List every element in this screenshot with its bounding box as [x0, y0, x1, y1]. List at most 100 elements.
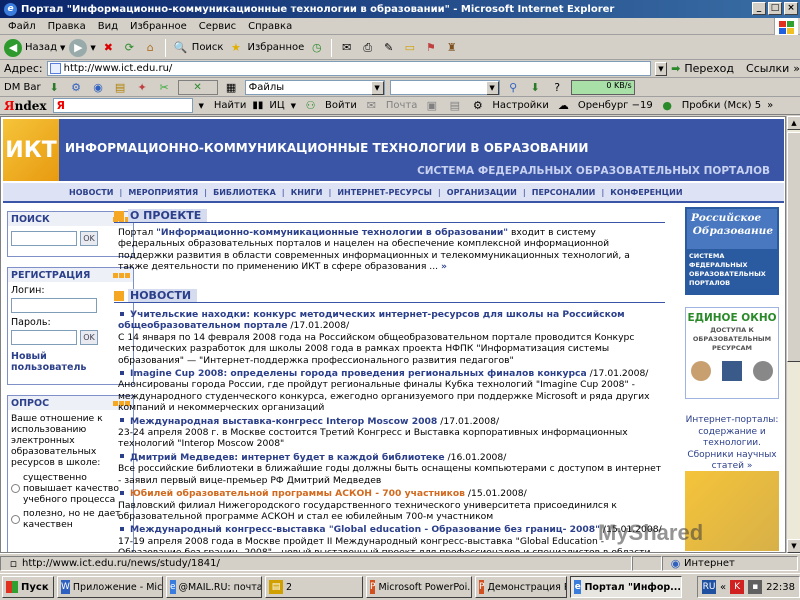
taskbar-item[interactable]: PДемонстрация Pow...	[475, 576, 567, 598]
start-button[interactable]: Пуск	[2, 576, 54, 598]
print-icon[interactable]: ⎙	[359, 39, 376, 56]
taskbar-item[interactable]: P Microsoft PowerPoi...	[366, 576, 472, 598]
tag-icon[interactable]: ✦	[134, 79, 151, 96]
discuss-icon[interactable]: ▭	[401, 39, 418, 56]
help-icon[interactable]: ?	[549, 79, 566, 96]
favorites-button[interactable]: ★ Избранное	[227, 39, 304, 56]
tools-icon[interactable]: ✂	[156, 79, 173, 96]
back-button[interactable]: ◀ Назад ▼	[4, 38, 65, 57]
window-titlebar[interactable]: e Портал "Информационно-коммуникационные…	[0, 0, 800, 18]
address-input[interactable]: http://www.ict.edu.ru/	[46, 61, 651, 76]
links-button[interactable]: Ссылки	[746, 62, 789, 75]
taskbar-item[interactable]: e@MAIL.RU: почта, ...	[166, 576, 262, 598]
about-more-link[interactable]: »	[441, 261, 447, 272]
nav-conferences[interactable]: КОНФЕРЕНЦИИ	[610, 188, 682, 197]
chevron-right-icon[interactable]: »	[767, 100, 773, 111]
menu-help[interactable]: Справка	[242, 21, 298, 32]
poll-radio-2[interactable]	[11, 514, 20, 524]
chevron-down-icon[interactable]: ▼	[291, 102, 296, 110]
poll-radio-1[interactable]	[11, 484, 20, 493]
menu-tools[interactable]: Сервис	[193, 21, 242, 32]
folder-icon[interactable]: ▤	[112, 79, 129, 96]
search-ok-button[interactable]: OK	[80, 231, 98, 246]
chevron-right-icon[interactable]: »	[793, 62, 800, 75]
menu-file[interactable]: Файл	[2, 21, 42, 32]
mail-button[interactable]: Почта	[386, 100, 418, 111]
portals-book-more[interactable]: »	[747, 461, 753, 471]
portals-book-link[interactable]: Интернет-порталы: содержание и технологи…	[685, 415, 779, 475]
vertical-scrollbar[interactable]: ▲ ▼	[786, 116, 800, 553]
forward-button[interactable]: ▶ ▼	[69, 38, 96, 57]
history-icon[interactable]: ◷	[308, 39, 325, 56]
new-user-link[interactable]: Новый пользователь	[11, 351, 91, 373]
globe-icon[interactable]: ◉	[90, 79, 107, 96]
menu-favorites[interactable]: Избранное	[124, 21, 193, 32]
notes-icon[interactable]: ▤	[446, 97, 463, 114]
disconnect-button[interactable]: ✕	[177, 80, 218, 95]
yandex-logo[interactable]: Яndex	[4, 99, 47, 113]
find-button[interactable]: Найти	[214, 100, 246, 111]
research-icon[interactable]: ♜	[443, 39, 460, 56]
files-select[interactable]: Файлы ▼	[244, 80, 385, 95]
password-input[interactable]	[11, 330, 77, 345]
language-indicator[interactable]: RU	[702, 580, 717, 594]
nav-organizations[interactable]: ОРГАНИЗАЦИИ	[447, 188, 517, 197]
home-icon[interactable]: ⌂	[142, 39, 159, 56]
login-button[interactable]: Войти	[325, 100, 357, 111]
login-ok-button[interactable]: OK	[80, 330, 98, 345]
news-title-link[interactable]: Международный конгресс-выставка "Global …	[130, 524, 600, 535]
edit-icon[interactable]: ✎	[380, 39, 397, 56]
menu-view[interactable]: Вид	[92, 21, 124, 32]
minimize-button[interactable]: _	[752, 2, 766, 15]
site-search-input[interactable]	[11, 231, 77, 246]
news-title-link[interactable]: Учительские находки: конкурс методически…	[118, 309, 625, 331]
maximize-button[interactable]: □	[768, 2, 782, 15]
nav-books[interactable]: КНИГИ	[291, 188, 323, 197]
gear-icon[interactable]: ⚙	[68, 79, 85, 96]
close-button[interactable]: ×	[784, 2, 798, 15]
taskbar-item[interactable]: WПриложение - Micr...	[57, 576, 163, 598]
news-title-link[interactable]: Юбилей образовательной программы АСКОН -…	[130, 488, 465, 499]
scroll-down-button[interactable]: ▼	[787, 539, 800, 553]
nav-resources[interactable]: ИНТЕРНЕТ-РЕСУРСЫ	[337, 188, 432, 197]
weather-widget[interactable]: Оренбург −19	[578, 100, 653, 111]
go-arrow-icon[interactable]: ➡	[671, 62, 680, 75]
scroll-thumb[interactable]	[787, 132, 800, 362]
nav-news[interactable]: НОВОСТИ	[69, 188, 113, 197]
taskbar-item-active[interactable]: e Портал "Инфор...	[570, 576, 682, 598]
tray-app-icon[interactable]: ▪	[748, 580, 763, 594]
down-arrow-icon[interactable]: ⬇	[527, 79, 544, 96]
stop-icon[interactable]: ✖	[100, 39, 117, 56]
taskbar-item[interactable]: ▤ 2	[265, 576, 363, 598]
chevron-down-icon[interactable]: ▼	[199, 102, 204, 110]
russian-education-banner[interactable]: Российское Образование СИСТЕМА ФЕДЕРАЛЬН…	[685, 207, 779, 295]
login-input[interactable]	[11, 298, 97, 313]
nav-library[interactable]: БИБЛИОТЕКА	[213, 188, 276, 197]
news-title-link[interactable]: Международная выставка-конгресс Interop …	[130, 416, 437, 427]
menu-edit[interactable]: Правка	[42, 21, 92, 32]
mail-icon[interactable]: ✉	[338, 39, 355, 56]
antivirus-icon[interactable]: K	[730, 580, 745, 594]
bookmark-icon[interactable]: ▣	[423, 97, 440, 114]
address-dropdown-button[interactable]: ▼	[654, 61, 668, 76]
ic-label[interactable]: ИЦ	[269, 100, 284, 111]
nav-persons[interactable]: ПЕРСОНАЛИИ	[532, 188, 596, 197]
scroll-up-button[interactable]: ▲	[787, 116, 800, 130]
settings-button[interactable]: Настройки	[492, 100, 548, 111]
download-icon[interactable]: ⬇	[46, 79, 63, 96]
yandex-search-input[interactable]: Я	[52, 98, 193, 113]
about-portal-link[interactable]: "Информационно-коммуникационные технолог…	[156, 227, 508, 238]
messenger-icon[interactable]: ⚑	[422, 39, 439, 56]
nav-events[interactable]: МЕРОПРИЯТИЯ	[128, 188, 198, 197]
dm-combo[interactable]: ▼	[389, 80, 500, 95]
news-title-link[interactable]: Imagine Cup 2008: определены города пров…	[130, 368, 587, 379]
refresh-icon[interactable]: ⟳	[121, 39, 138, 56]
news-title-link[interactable]: Дмитрий Медведев: интернет будет в каждо…	[130, 452, 445, 463]
search-button[interactable]: 🔍 Поиск	[172, 39, 223, 56]
chevron-left-icon[interactable]: «	[720, 582, 726, 593]
search-go-icon[interactable]: ⚲	[505, 79, 522, 96]
traffic-widget[interactable]: Пробки (Мск) 5	[682, 100, 761, 111]
go-button[interactable]: Переход	[684, 62, 734, 75]
single-window-banner[interactable]: ЕДИНОЕ ОКНО ДОСТУПА К ОБРАЗОВАТЕЛЬНЫМ РЕ…	[685, 307, 779, 399]
site-logo[interactable]: ИКТ	[3, 119, 59, 181]
